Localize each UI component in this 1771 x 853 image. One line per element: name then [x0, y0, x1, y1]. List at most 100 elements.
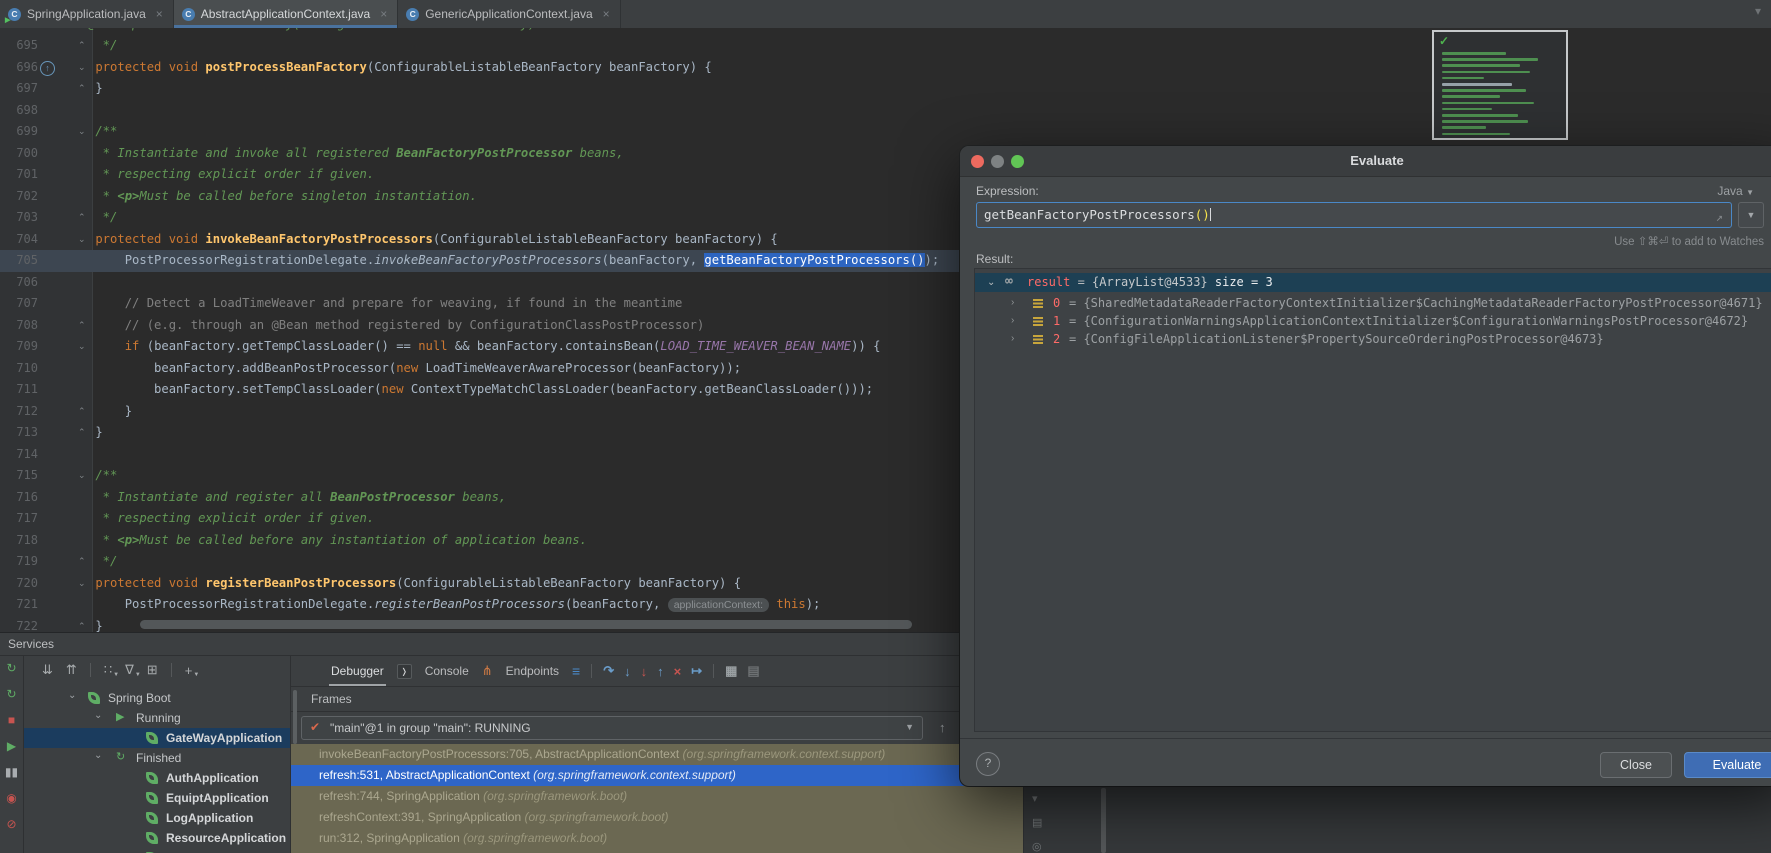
expand-all-icon[interactable]: ⇊ [42, 662, 53, 678]
zoom-window-icon[interactable] [1011, 155, 1024, 168]
services-panel-title: Services [8, 637, 54, 651]
collapse-all-icon[interactable]: ⇈ [66, 662, 77, 678]
pause-icon[interactable]: ▮▮ [5, 766, 18, 779]
frames-scrollbar[interactable] [293, 690, 297, 744]
services-tree-item[interactable] [24, 848, 290, 853]
services-tree-item[interactable]: EquiptApplication [24, 788, 290, 808]
services-tree-item[interactable]: AuthApplication [24, 768, 290, 788]
stack-frame-row[interactable]: run:312, SpringApplication (org.springfr… [291, 828, 1023, 849]
line-number: 696 [0, 57, 38, 79]
collapse-arrow-icon[interactable]: ▾ [1032, 792, 1038, 805]
resume-icon[interactable]: ▶ [7, 740, 16, 753]
services-tree-item[interactable]: GateWayApplication [24, 728, 290, 748]
chevron-collapsed-icon[interactable]: › [1011, 294, 1014, 312]
expression-input[interactable]: getBeanFactoryPostProcessors() ↗ [976, 202, 1732, 228]
dialog-title-bar[interactable]: Evaluate [960, 146, 1771, 177]
chevron-expanded-icon[interactable]: ⌄ [987, 273, 995, 292]
up-stack-icon[interactable]: ↑ [939, 720, 946, 735]
close-window-icon[interactable] [971, 155, 984, 168]
stack-frame-row[interactable]: run:140, SpringApplicationBuilder (org.s… [291, 849, 1023, 853]
services-tree-item[interactable]: ⌄Spring Boot [24, 688, 290, 708]
variables-list-icon[interactable]: ▤ [1032, 816, 1042, 829]
result-row[interactable]: ⌄ ∞ result = {ArrayList@4533} size = 3 [975, 273, 1771, 292]
services-tree-item[interactable]: ⌄▶Running [24, 708, 290, 728]
equals: = [1070, 275, 1092, 289]
debug-control-strip: ↻ ↻ ■ ▶ ▮▮ ◉ ⊘ [0, 656, 24, 853]
code-text: */ [66, 207, 117, 229]
result-child-row[interactable]: ›0= {SharedMetadataReaderFactoryContextI… [975, 294, 1771, 312]
chevron-collapsed-icon[interactable]: › [1011, 312, 1014, 330]
view-breakpoints-icon[interactable]: ◉ [6, 792, 16, 805]
threads-view-icon[interactable]: ≡ [572, 663, 580, 679]
group-by-icon[interactable]: ∷▼ [104, 662, 112, 678]
close-button[interactable]: Close [1600, 752, 1672, 778]
close-icon[interactable]: × [603, 7, 610, 21]
tab-console[interactable]: Console [423, 656, 471, 686]
code-text: */ [66, 35, 117, 57]
spring-boot-icon [146, 732, 158, 744]
add-tab-icon[interactable]: ⊞ [147, 662, 158, 678]
editor-tab[interactable]: CGenericApplicationContext.java× [398, 0, 620, 28]
line-number: 717 [0, 508, 38, 530]
chevron-down-icon[interactable]: ▼ [905, 722, 914, 732]
line-number: 708 [0, 315, 38, 337]
variables-scrollbar[interactable] [1101, 788, 1106, 853]
filter-icon[interactable]: ∇▼ [125, 662, 134, 678]
evaluate-expression-icon[interactable]: ▦ [725, 663, 737, 679]
expression-history-dropdown[interactable]: ▼ [1738, 202, 1764, 228]
line-number: 707 [0, 293, 38, 315]
layout-settings-icon[interactable]: ▤ [747, 663, 759, 679]
override-method-icon[interactable]: ↑ [40, 61, 55, 76]
chevron-expanded-icon[interactable]: ⌄ [68, 690, 76, 701]
services-tree-item[interactable]: ResourceApplication [24, 828, 290, 848]
step-out-icon[interactable]: ↑ [657, 664, 664, 679]
language-selector[interactable]: Java ▼ [1650, 184, 1754, 198]
step-into-icon[interactable]: ↓ [624, 664, 631, 679]
force-step-into-icon[interactable]: ↓ [641, 664, 648, 679]
stack-frame-row[interactable]: invokeBeanFactoryPostProcessors:705, Abs… [291, 744, 1023, 765]
result-child-row[interactable]: ›2= {ConfigFileApplicationListener$Prope… [975, 330, 1771, 348]
close-icon[interactable]: × [156, 7, 163, 21]
editor-tab[interactable]: CAbstractApplicationContext.java× [174, 0, 398, 28]
mute-breakpoints-icon[interactable]: ⊘ [6, 818, 16, 831]
chevron-collapsed-icon[interactable]: › [1011, 330, 1014, 348]
services-tree-item[interactable]: ⌄↻Finished [24, 748, 290, 768]
tab-overflow-icon[interactable]: ▾ [1755, 4, 1761, 18]
rerun-debug-icon[interactable]: ↻ [6, 688, 16, 701]
stack-frame-row[interactable]: refreshContext:391, SpringApplication (o… [291, 807, 1023, 828]
code-text: * <p>Must be called before singleton ins… [66, 186, 477, 208]
chevron-expanded-icon[interactable]: ⌄ [94, 710, 102, 721]
stop-icon[interactable]: ■ [8, 714, 15, 727]
spring-boot-icon [146, 832, 158, 844]
step-over-icon[interactable]: ↷ [603, 663, 614, 679]
result-child-row[interactable]: ›1= {ConfigurationWarningsApplicationCon… [975, 312, 1771, 330]
stack-frame-row[interactable]: refresh:531, AbstractApplicationContext … [291, 765, 1023, 786]
drop-frame-icon[interactable]: × [674, 664, 682, 679]
editor-horizontal-scrollbar[interactable] [140, 620, 912, 629]
line-number: 703 [0, 207, 38, 229]
minimize-window-icon[interactable] [991, 155, 1004, 168]
run-icon: ▶ [116, 710, 124, 723]
evaluate-button[interactable]: Evaluate [1684, 752, 1771, 778]
result-watch-icon: ∞ [1005, 272, 1013, 291]
run-to-cursor-icon[interactable]: ↦ [691, 663, 702, 679]
frame-package: (org.springframework.context.support) [533, 768, 736, 782]
close-icon[interactable]: × [380, 7, 387, 21]
service-label: Finished [136, 751, 181, 765]
add-service-icon[interactable]: +▼ [185, 663, 193, 678]
stack-frame-row[interactable]: refresh:744, SpringApplication (org.spri… [291, 786, 1023, 807]
tab-debugger[interactable]: Debugger [329, 656, 386, 686]
code-text: /** [66, 121, 117, 143]
help-button[interactable]: ? [976, 752, 1000, 776]
watch-icon[interactable]: ◎ [1032, 840, 1042, 853]
thread-selector[interactable]: ✔ "main"@1 in group "main": RUNNING ▼ [301, 716, 923, 740]
line-number: 706 [0, 272, 38, 294]
line-number: 700 [0, 143, 38, 165]
rerun-icon[interactable]: ↻ [6, 662, 16, 675]
chevron-expanded-icon[interactable]: ⌄ [94, 750, 102, 761]
tab-endpoints[interactable]: Endpoints [504, 656, 561, 686]
expand-editor-icon[interactable]: ↗ [1716, 206, 1723, 229]
code-text: */ [66, 551, 117, 573]
editor-tab[interactable]: C▶SpringApplication.java× [0, 0, 174, 28]
services-tree-item[interactable]: LogApplication [24, 808, 290, 828]
